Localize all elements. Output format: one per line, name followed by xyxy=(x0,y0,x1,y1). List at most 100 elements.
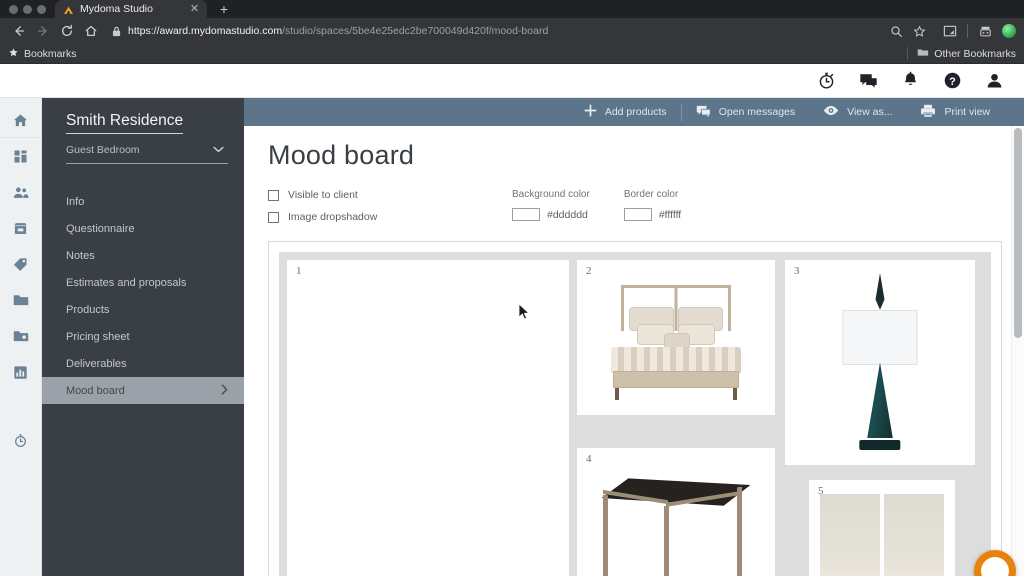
sidebar-item-label: Notes xyxy=(66,249,95,262)
image-dropshadow-label: Image dropshadow xyxy=(288,211,378,223)
address-bar[interactable]: https://award.mydomastudio.com/studio/sp… xyxy=(112,22,877,40)
chevron-right-icon xyxy=(221,383,228,398)
bookmarks-bar-item[interactable]: Bookmarks xyxy=(8,47,77,61)
rail-dashboard[interactable] xyxy=(0,138,42,174)
window-minimize-button[interactable] xyxy=(23,5,32,14)
board-settings: Visible to client Image dropshadow Backg… xyxy=(244,171,1024,223)
checkbox-box[interactable] xyxy=(268,189,279,201)
rail-home[interactable] xyxy=(0,104,42,138)
home-icon[interactable] xyxy=(80,20,102,42)
sidebar-item-label: Deliverables xyxy=(66,357,127,370)
sidebar-item-questionnaire[interactable]: Questionnaire xyxy=(42,215,244,242)
sidebar-nav: Info Questionnaire Notes Estimates and p… xyxy=(42,188,244,404)
border-color-picker[interactable]: #ffffff xyxy=(623,208,681,221)
lamp-table-dark-teal xyxy=(786,261,974,464)
plus-icon xyxy=(584,104,597,120)
app-header: ? xyxy=(0,64,1024,98)
arrow-left-icon[interactable] xyxy=(8,20,30,42)
mydoma-logo-icon xyxy=(63,5,74,16)
mood-board-item[interactable]: 2 xyxy=(577,260,775,415)
sidebar-item-products[interactable]: Products xyxy=(42,296,244,323)
close-icon[interactable]: ✕ xyxy=(188,3,201,16)
rail-clients[interactable] xyxy=(0,174,42,210)
notifications-icon[interactable] xyxy=(900,71,920,91)
lock-icon xyxy=(112,26,121,37)
mood-board-item[interactable]: 4 xyxy=(577,448,775,576)
app-body: Smith Residence Guest Bedroom Info Quest… xyxy=(0,98,1024,576)
mood-board-item[interactable]: 3 xyxy=(785,260,975,465)
checkbox-box[interactable] xyxy=(268,211,279,223)
scrollbar-thumb[interactable] xyxy=(1014,128,1022,338)
mood-board-item[interactable]: 5 xyxy=(809,480,955,576)
background-color-picker[interactable]: #dddddd xyxy=(512,208,590,221)
sidebar-item-estimates-and-proposals[interactable]: Estimates and proposals xyxy=(42,269,244,296)
mood-board-frame: 1 2 3 4 5 xyxy=(268,241,1002,576)
rail-projects[interactable] xyxy=(0,282,42,318)
browser-tab[interactable]: Mydoma Studio ✕ xyxy=(55,0,207,18)
lamp-shade xyxy=(842,309,918,365)
toolbar-divider xyxy=(967,24,968,38)
sidebar-item-label: Questionnaire xyxy=(66,222,135,235)
space-select[interactable]: Guest Bedroom xyxy=(66,144,228,164)
browser-toolbar: https://award.mydomastudio.com/studio/sp… xyxy=(0,18,1024,44)
other-bookmarks-button[interactable]: Other Bookmarks xyxy=(907,47,1016,60)
mood-board-wrapper: 1 2 3 4 5 xyxy=(244,223,1024,576)
time-tracker-icon[interactable] xyxy=(816,71,836,91)
main-scroll-region: Mood board Visible to client Image drops… xyxy=(244,126,1024,576)
add-products-label: Add products xyxy=(604,106,667,118)
sidebar-item-notes[interactable]: Notes xyxy=(42,242,244,269)
main-vertical-scrollbar[interactable] xyxy=(1011,126,1024,576)
window-maximize-button[interactable] xyxy=(37,5,46,14)
print-view-button[interactable]: Print view xyxy=(906,102,1004,122)
rail-reports[interactable] xyxy=(0,354,42,390)
arrow-right-icon[interactable] xyxy=(32,20,54,42)
sidebar-item-pricing-sheet[interactable]: Pricing sheet xyxy=(42,323,244,350)
chat-icon xyxy=(696,104,711,121)
mood-board-item-number: 3 xyxy=(794,265,800,277)
background-color-label: Background color xyxy=(512,189,590,200)
open-messages-label: Open messages xyxy=(718,106,796,118)
sidebar-item-deliverables[interactable]: Deliverables xyxy=(42,350,244,377)
cast-icon[interactable] xyxy=(939,20,961,42)
mood-board-item-number: 4 xyxy=(586,453,592,465)
mood-board-item-number: 5 xyxy=(818,485,824,497)
sidebar-item-info[interactable]: Info xyxy=(42,188,244,215)
new-tab-icon[interactable]: + xyxy=(211,2,237,18)
mood-board-item-number: 1 xyxy=(296,265,302,277)
mood-board-item[interactable]: 1 xyxy=(287,260,569,576)
open-messages-button[interactable]: Open messages xyxy=(682,102,809,122)
bed-base xyxy=(613,371,739,388)
diptych-panel-right xyxy=(884,493,944,576)
image-dropshadow-checkbox[interactable]: Image dropshadow xyxy=(268,211,512,223)
lamp-finial xyxy=(875,273,885,310)
sidebar-item-mood-board[interactable]: Mood board xyxy=(42,377,244,404)
window-controls[interactable] xyxy=(0,5,55,18)
reload-icon[interactable] xyxy=(56,20,78,42)
view-as-button[interactable]: View as... xyxy=(809,102,906,122)
eye-icon xyxy=(823,105,839,119)
star-icon[interactable] xyxy=(908,20,930,42)
profile-avatar[interactable] xyxy=(1002,24,1016,38)
other-bookmarks-label: Other Bookmarks xyxy=(934,47,1016,60)
visible-to-client-checkbox[interactable]: Visible to client xyxy=(268,189,512,201)
rail-vendors[interactable] xyxy=(0,210,42,246)
folder-icon xyxy=(917,47,929,60)
table-leg xyxy=(664,505,670,576)
rail-time[interactable] xyxy=(0,422,42,458)
extensions-icon[interactable] xyxy=(974,20,996,42)
mood-board-canvas[interactable]: 1 2 3 4 5 xyxy=(279,252,991,576)
account-icon[interactable] xyxy=(984,71,1004,91)
help-icon[interactable]: ? xyxy=(942,71,962,91)
messages-icon[interactable] xyxy=(858,71,878,91)
window-close-button[interactable] xyxy=(9,5,18,14)
bed-upholstered-beige xyxy=(578,261,774,414)
browser-window: Mydoma Studio ✕ + https://award.mydomast… xyxy=(0,0,1024,576)
rail-library[interactable] xyxy=(0,318,42,354)
border-color-swatch[interactable] xyxy=(623,208,652,221)
project-title[interactable]: Smith Residence xyxy=(66,112,184,134)
search-icon[interactable] xyxy=(885,20,907,42)
rail-products[interactable] xyxy=(0,246,42,282)
add-products-button[interactable]: Add products xyxy=(570,102,681,122)
background-color-swatch[interactable] xyxy=(512,208,540,221)
mydoma-app: ? Smith Residence Guest Bedroom Info Que… xyxy=(0,64,1024,576)
